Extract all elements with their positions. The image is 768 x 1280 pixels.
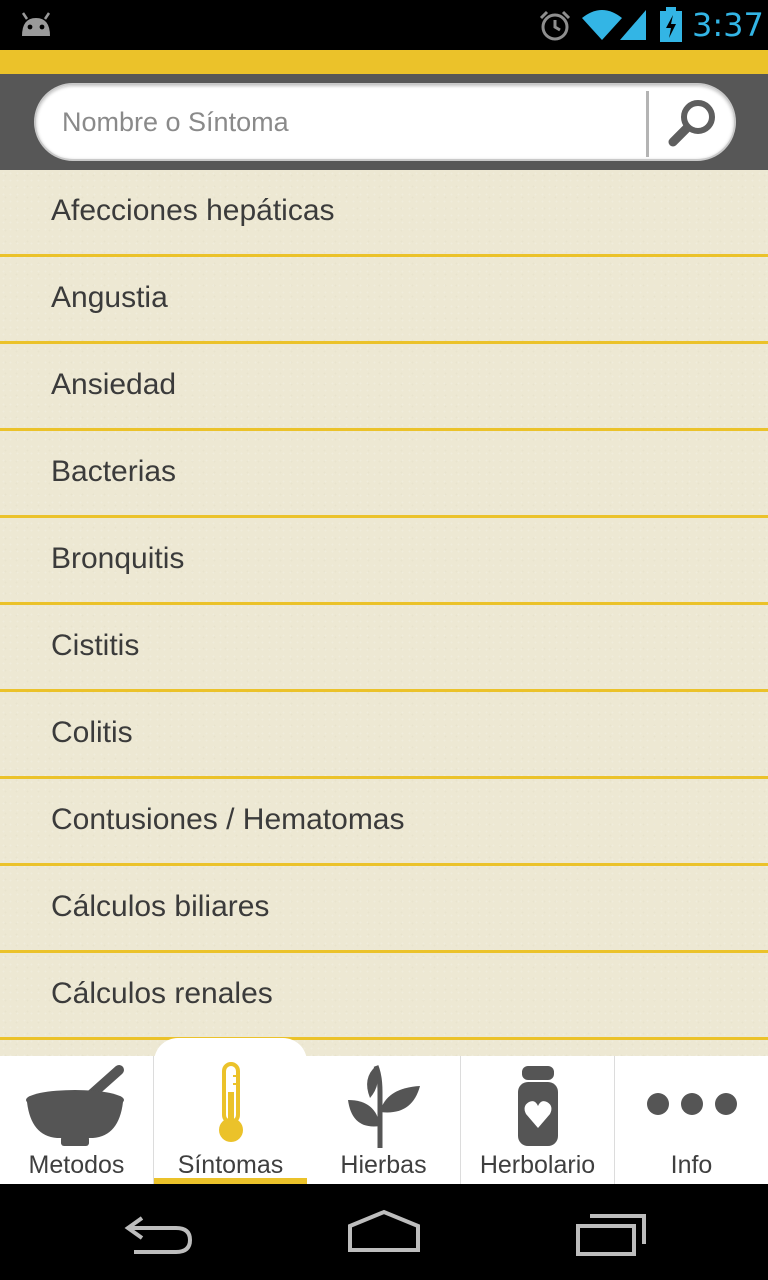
list-item[interactable]: Cistitis — [0, 605, 768, 692]
mortar-pestle-icon — [25, 1065, 124, 1146]
symptom-list: Afecciones hepáticas Angustia Ansiedad B… — [0, 170, 768, 1056]
search-divider — [646, 91, 649, 157]
list-item[interactable]: Cálculos biliares — [0, 866, 768, 953]
search-box — [34, 83, 736, 161]
status-bar: 3:37 — [0, 0, 768, 50]
tab-herbolario[interactable]: Herbolario — [461, 1056, 615, 1184]
list-item[interactable]: Cálculos renales — [0, 953, 768, 1040]
list-item[interactable]: Angustia — [0, 257, 768, 344]
list-item[interactable]: Afecciones hepáticas — [0, 170, 768, 257]
list-item[interactable]: Contusiones / Hematomas — [0, 779, 768, 866]
search-header — [0, 74, 768, 170]
list-item-label: Bronquitis — [51, 542, 185, 575]
plant-icon — [347, 1065, 420, 1148]
list-item-label: Cistitis — [51, 629, 140, 662]
list-item-label: Colitis — [51, 716, 133, 749]
search-input[interactable] — [62, 101, 632, 143]
home-icon[interactable] — [344, 1206, 424, 1258]
tab-label: Info — [670, 1151, 713, 1179]
tab-label: Herbolario — [479, 1151, 596, 1179]
list-item-label: Bacterias — [51, 455, 177, 488]
back-icon[interactable] — [120, 1206, 200, 1258]
tab-label: Hierbas — [340, 1151, 427, 1179]
jar-heart-icon — [517, 1066, 558, 1146]
list-item-label: Cálculos biliares — [51, 890, 270, 923]
list-item[interactable]: Ansiedad — [0, 344, 768, 431]
tab-metodos[interactable]: Metodos — [0, 1056, 154, 1184]
list-item[interactable]: Bacterias — [0, 431, 768, 518]
battery-charging-icon — [660, 7, 682, 42]
search-button[interactable] — [656, 89, 730, 157]
navigation-bar — [0, 1184, 768, 1280]
tab-label: Metodos — [28, 1151, 125, 1179]
wifi-icon — [582, 10, 622, 40]
list-item-label: Angustia — [51, 281, 168, 314]
list-item[interactable]: Colitis — [0, 692, 768, 779]
signal-icon — [620, 10, 646, 40]
list-item-label: Afecciones hepáticas — [51, 194, 335, 227]
accent-strip — [0, 50, 768, 74]
bottom-tab-bar: Metodos Síntomas Hierbas Herbolario Info — [0, 1038, 768, 1184]
tab-sintomas[interactable]: Síntomas — [154, 1038, 307, 1184]
alarm-icon — [539, 10, 571, 41]
list-item[interactable]: Bronquitis — [0, 518, 768, 605]
thermometer-icon — [218, 1062, 243, 1142]
list-item-label: Ansiedad — [51, 368, 177, 401]
tab-label: Síntomas — [177, 1151, 284, 1179]
more-dots-icon — [646, 1093, 737, 1115]
list-item-label: Contusiones / Hematomas — [51, 803, 405, 836]
status-clock: 3:37 — [692, 6, 764, 44]
android-icon — [21, 12, 51, 36]
recent-apps-icon[interactable] — [572, 1206, 652, 1258]
search-icon — [668, 100, 715, 147]
tab-hierbas[interactable]: Hierbas — [307, 1056, 461, 1184]
tab-info[interactable]: Info — [615, 1056, 768, 1184]
list-item-label: Cálculos renales — [51, 977, 273, 1010]
